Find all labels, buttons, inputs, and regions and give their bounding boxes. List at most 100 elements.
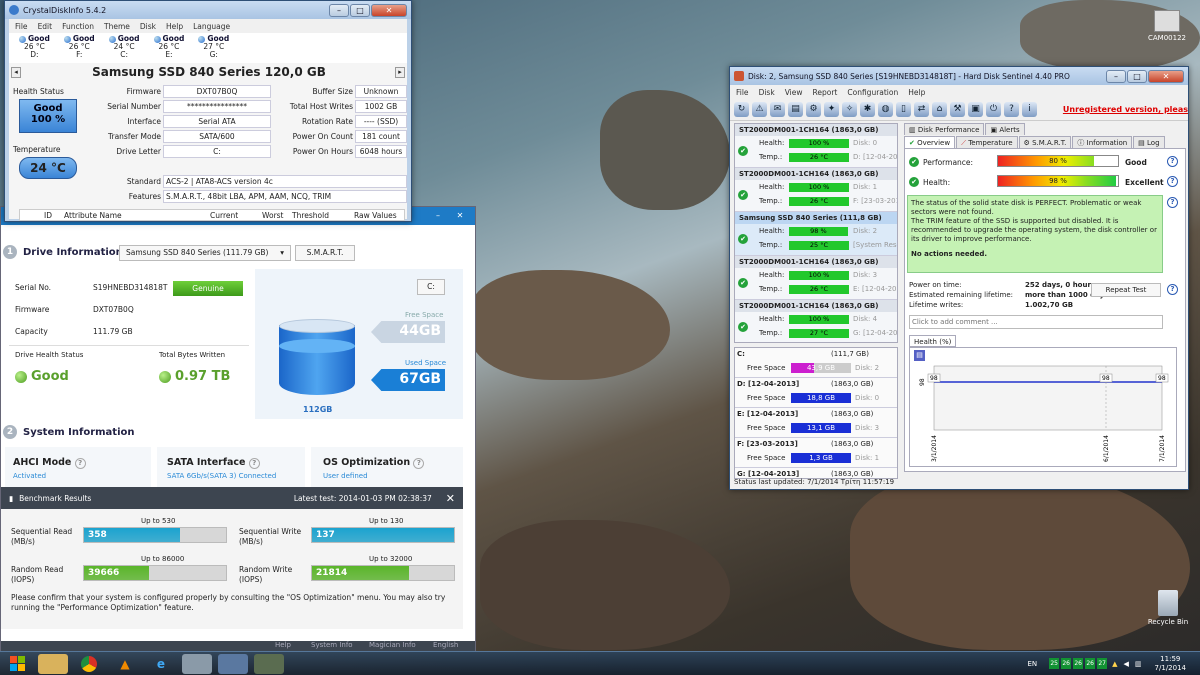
close-icon[interactable]: ✕: [449, 210, 471, 223]
column-header[interactable]: Threshold: [292, 211, 329, 220]
tray-icon[interactable]: ▲: [1112, 660, 1117, 668]
sata-card[interactable]: SATA Interface ? SATA 6Gb/s(SATA 3) Conn…: [157, 447, 305, 487]
vlc-icon[interactable]: ▲: [110, 654, 140, 674]
footer-magician-info[interactable]: Magician Info: [369, 641, 416, 649]
menu-item-help[interactable]: Help: [166, 22, 183, 31]
document-icon[interactable]: ▯: [896, 102, 911, 117]
internet-explorer-icon[interactable]: e: [146, 654, 176, 674]
save-icon[interactable]: ▤: [914, 350, 925, 361]
clock[interactable]: 11:59 7/1/2014: [1155, 655, 1186, 673]
menu-item-language[interactable]: Language: [193, 22, 230, 31]
info-icon[interactable]: i: [1022, 102, 1037, 117]
language-indicator[interactable]: EN: [1027, 660, 1037, 668]
maximize-icon[interactable]: □: [1127, 69, 1147, 83]
tray-temp-icon[interactable]: 27: [1097, 658, 1108, 669]
help-icon[interactable]: ?: [1167, 156, 1178, 167]
drive-status-item[interactable]: Good 26 °C E:: [153, 35, 184, 61]
ahci-card[interactable]: AHCI Mode ? Activated: [5, 447, 151, 487]
menu-item-disk[interactable]: Disk: [140, 22, 156, 31]
start-button[interactable]: [2, 653, 32, 675]
column-header[interactable]: Current: [210, 211, 238, 220]
disk-list-item[interactable]: Samsung SSD 840 Series (111,8 GB) ✔ Health…: [735, 212, 897, 256]
health-chart-tab[interactable]: Health (%): [909, 335, 957, 347]
drive-select[interactable]: Samsung SSD 840 Series (111.79 GB) ▾: [119, 245, 291, 261]
disk-app-icon[interactable]: [182, 653, 212, 674]
settings-icon[interactable]: ⚒: [950, 102, 965, 117]
smart-button[interactable]: S.M.A.R.T.: [295, 245, 355, 261]
hds-taskbar-icon[interactable]: [218, 653, 248, 674]
drive-status-item[interactable]: Good 26 °C F:: [63, 35, 95, 61]
column-header[interactable]: Worst: [262, 211, 284, 220]
tab-alerts[interactable]: ▣ Alerts: [985, 123, 1025, 135]
tab-disk-performance[interactable]: ▥ Disk Performance: [904, 123, 985, 135]
network-icon[interactable]: ⌂: [932, 102, 947, 117]
os-card[interactable]: OS Optimization ? User defined: [311, 447, 463, 487]
footer-help[interactable]: Help: [275, 641, 291, 649]
tray-temp-icon[interactable]: 26: [1085, 658, 1096, 669]
help-icon[interactable]: ?: [1167, 284, 1178, 295]
genuine-button[interactable]: Genuine: [173, 281, 243, 296]
footer-system-info[interactable]: System Info: [311, 641, 353, 649]
chrome-icon[interactable]: [74, 654, 104, 674]
menu-item-edit[interactable]: Edit: [38, 22, 53, 31]
globe-icon[interactable]: ◍: [878, 102, 893, 117]
mail-icon[interactable]: ✉: [770, 102, 785, 117]
disk-list-item[interactable]: ST2000DM001-1CH164 (1863,0 GB) ✔ Health: 10…: [735, 168, 897, 212]
column-header[interactable]: Raw Values: [354, 211, 397, 220]
monitor-icon[interactable]: ▣: [968, 102, 983, 117]
tab-overview[interactable]: ✔ Overview: [904, 136, 956, 148]
tray-temp-icon[interactable]: 25: [1049, 658, 1060, 669]
sync-icon[interactable]: ⇄: [914, 102, 929, 117]
menu-item-theme[interactable]: Theme: [104, 22, 130, 31]
help-icon[interactable]: ?: [1004, 102, 1019, 117]
partition-item[interactable]: E: [12-04-2013] (1863,0 GB) Free Space 13,1…: [735, 408, 897, 438]
menu-item-help[interactable]: Help: [908, 88, 925, 97]
menu-item-view[interactable]: View: [785, 88, 803, 97]
extended-test-icon[interactable]: ✱: [860, 102, 875, 117]
column-header[interactable]: ID: [44, 211, 52, 220]
minimize-icon[interactable]: –: [329, 3, 349, 17]
minimize-icon[interactable]: –: [428, 210, 448, 223]
partition-item[interactable]: F: [23-03-2013] (1863,0 GB) Free Space 1,3 …: [735, 438, 897, 468]
tab-information[interactable]: ⓘ Information: [1072, 136, 1133, 148]
menu-item-disk[interactable]: Disk: [759, 88, 775, 97]
minimize-icon[interactable]: –: [1106, 69, 1126, 83]
help-icon[interactable]: ?: [1167, 197, 1178, 208]
maximize-icon[interactable]: □: [350, 3, 370, 17]
menu-item-report[interactable]: Report: [813, 88, 838, 97]
help-icon[interactable]: ?: [248, 458, 260, 469]
magician-taskbar-icon[interactable]: [254, 653, 284, 674]
disk-list-item[interactable]: ST2000DM001-1CH164 (1863,0 GB) ✔ Health: 10…: [735, 256, 897, 300]
help-icon[interactable]: ?: [74, 458, 86, 469]
drive-status-item[interactable]: Good 24 °C C:: [108, 35, 140, 61]
short-test-icon[interactable]: ✧: [842, 102, 857, 117]
menu-item-function[interactable]: Function: [62, 22, 94, 31]
help-icon[interactable]: ?: [1167, 176, 1178, 187]
warning-icon[interactable]: ⚠: [752, 102, 767, 117]
tab-temperature[interactable]: ⟋ Temperature: [956, 136, 1018, 148]
disk-list-item[interactable]: ST2000DM001-1CH164 (1863,0 GB) ✔ Health: 10…: [735, 124, 897, 168]
close-icon[interactable]: ✕: [1148, 69, 1184, 83]
drive-status-item[interactable]: Good 27 °C G:: [198, 35, 229, 61]
network-icon[interactable]: ▥: [1135, 660, 1142, 668]
column-header[interactable]: Attribute Name: [64, 211, 122, 220]
volume-icon[interactable]: ◀: [1124, 660, 1129, 668]
menu-item-configuration[interactable]: Configuration: [847, 88, 898, 97]
disk-list-item[interactable]: ST2000DM001-1CH164 (1863,0 GB) ✔ Health: 10…: [735, 300, 897, 342]
power-icon[interactable]: ⏻: [986, 102, 1001, 117]
desktop-icon-recycle-bin[interactable]: Recycle Bin: [1140, 590, 1196, 626]
menu-item-file[interactable]: File: [736, 88, 749, 97]
partition-item[interactable]: D: [12-04-2013] (1863,0 GB) Free Space 18,8…: [735, 378, 897, 408]
surface-test-icon[interactable]: ✦: [824, 102, 839, 117]
desktop-icon-cam[interactable]: CAM00122: [1142, 10, 1192, 42]
tray-temp-icon[interactable]: 26: [1061, 658, 1072, 669]
drive-letter-button[interactable]: C:: [417, 279, 445, 295]
help-icon[interactable]: ?: [413, 458, 425, 469]
tab-log[interactable]: ▤ Log: [1133, 136, 1165, 148]
partition-item[interactable]: C: (111,7 GB) Free Space 43,9 GB Disk: 2: [735, 348, 897, 378]
unregistered-link[interactable]: Unregistered version, pleas: [1063, 105, 1188, 114]
repeat-test-button[interactable]: Repeat Test: [1091, 283, 1161, 297]
tray-temp-icon[interactable]: 26: [1073, 658, 1084, 669]
explorer-icon[interactable]: [38, 653, 68, 674]
close-icon[interactable]: ✕: [446, 492, 455, 505]
